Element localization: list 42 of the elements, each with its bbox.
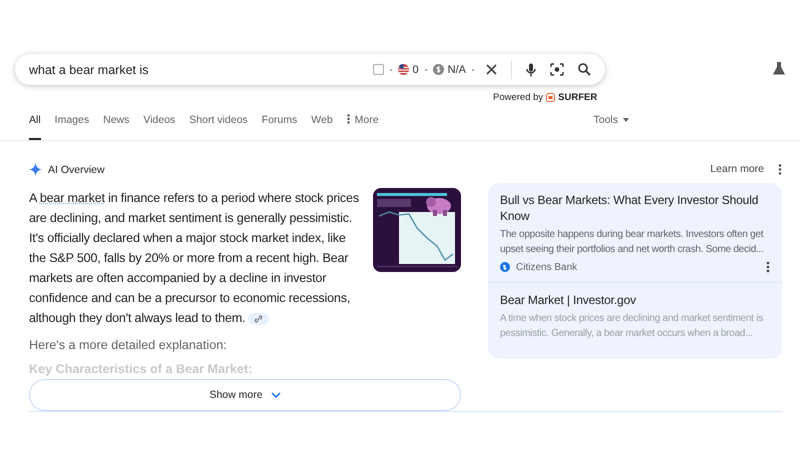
globe-icon [500, 262, 510, 272]
overview-paragraph: A bear market in finance refers to a period where stock prices are declining, and market sentiment is generally pessimistic. It's officially declared when a major stock market index, like the S&P 500, falls by 20% or more from a recent high. Bear markets are often accompanied by a decline in investor confidence and can be a precursor to economic recessions, although they don't always lead to them. [29, 190, 360, 327]
learn-more-link[interactable]: Learn more [710, 163, 764, 175]
caret-icon [623, 118, 629, 122]
ai-overview-title: AI Overview [48, 164, 105, 176]
citation-link-button[interactable] [248, 312, 270, 325]
more-options-icon[interactable] [778, 164, 782, 174]
surfer-brand: SURFER [558, 92, 598, 103]
search-tab[interactable]: News [103, 113, 130, 140]
powered-by-label: Powered by [493, 92, 544, 103]
surfer-logo-icon [546, 93, 556, 102]
source-title[interactable]: Bear Market | Investor.gov [500, 292, 770, 308]
link-icon [254, 314, 264, 323]
more-icon [346, 114, 350, 124]
show-more-button[interactable]: Show more [29, 379, 461, 411]
search-tab[interactable]: Images [54, 113, 90, 140]
checkbox[interactable] [372, 64, 384, 75]
flag-count: 0 [412, 64, 419, 76]
microphone-icon[interactable] [526, 62, 536, 76]
detail-intro: Here's a more detailed explanation: [29, 338, 228, 352]
tools-menu[interactable]: Tools [593, 113, 629, 126]
search-icon[interactable] [578, 63, 591, 76]
source-snippet: The opposite happens during bear markets. Investors often get upset seeing their portfolios and net worth crash. Some decid... [500, 228, 765, 257]
search-tab[interactable]: Short videos [189, 113, 248, 140]
source-title[interactable]: Bull vs Bear Markets: What Every Investor Should Know [500, 192, 770, 224]
source-site: Citizens Bank [516, 262, 578, 272]
flag-icon [398, 64, 409, 75]
price-value: N/A [448, 64, 466, 76]
search-tab[interactable]: Forums [262, 113, 298, 140]
search-tab[interactable]: Videos [143, 113, 176, 140]
more-options-icon[interactable] [766, 261, 770, 273]
chevron-down-icon [270, 392, 281, 398]
term-link[interactable]: bear market [40, 191, 105, 205]
search-tab[interactable]: Web [311, 113, 333, 140]
search-input[interactable]: what a bear market is [29, 62, 229, 76]
close-icon[interactable] [486, 64, 497, 75]
camera-icon[interactable] [550, 63, 564, 76]
dollar-icon [432, 64, 444, 75]
source-snippet: A time when stock prices are declining and market sentiment is pessimistic. Generally, a bear market occurs when a broad... [500, 312, 764, 341]
search-tab[interactable]: More [346, 113, 379, 140]
sparkle-icon [29, 163, 42, 176]
flask-icon[interactable] [773, 62, 785, 75]
